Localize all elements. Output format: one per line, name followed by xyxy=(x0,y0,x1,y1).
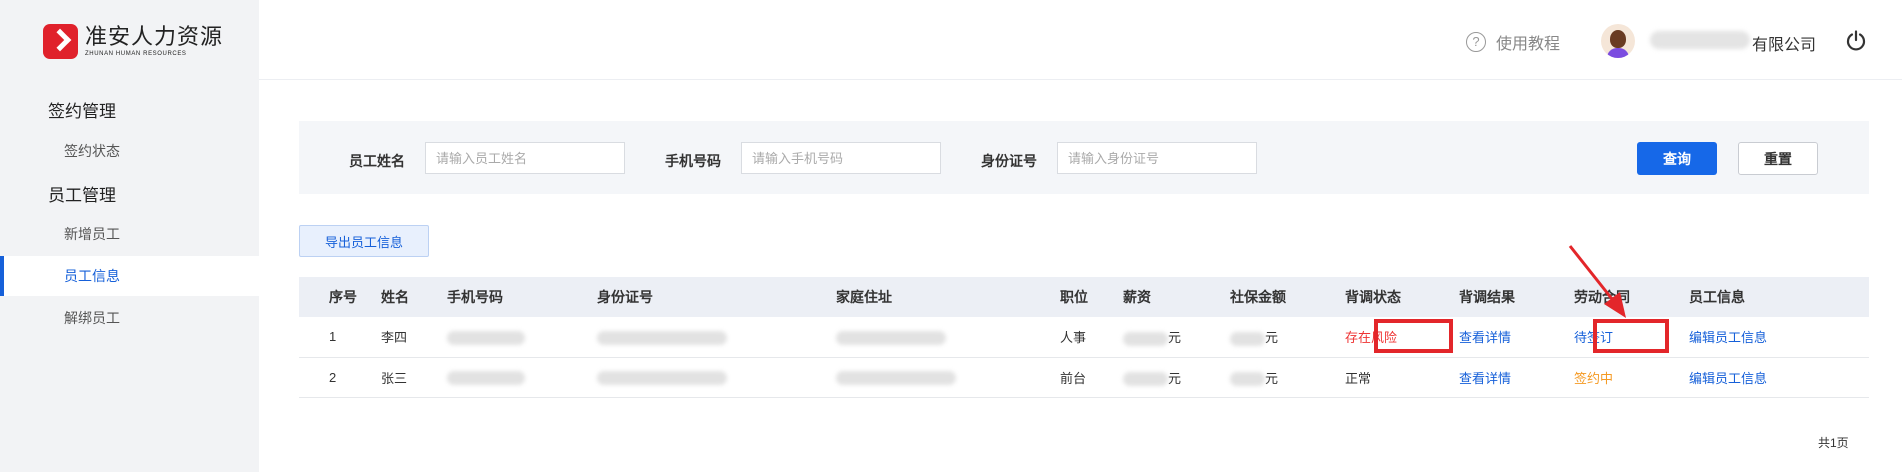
edit-employee-link[interactable]: 编辑员工信息 xyxy=(1689,317,1869,357)
row-index: 2 xyxy=(329,369,337,385)
row-insurance: 元 xyxy=(1230,317,1345,357)
salary-unit: 元 xyxy=(1168,370,1182,386)
insurance-unit: 元 xyxy=(1265,330,1279,346)
col-address: 家庭住址 xyxy=(836,289,892,305)
logo-text-cn: 准安人力资源 xyxy=(85,24,224,49)
sidebar: 准安人力资源 ZHUNAN HUMAN RESOURCES 签约管理 签约状态 … xyxy=(0,0,259,472)
name-label: 员工姓名 xyxy=(349,153,405,169)
logo-icon xyxy=(43,24,78,59)
salary-unit: 元 xyxy=(1168,330,1182,346)
help-tutorial-link[interactable]: ? 使用教程 xyxy=(1466,30,1560,54)
nav-group-signing: 签约管理 xyxy=(48,102,116,121)
question-icon: ? xyxy=(1466,32,1486,52)
sidebar-item-add-employee[interactable]: 新增员工 xyxy=(0,214,259,254)
table-row: 2 张三 前台 元 元 正常 查看详情 签约中 编辑员工信息 xyxy=(299,357,1869,397)
col-id: 身份证号 xyxy=(597,289,653,305)
view-details-link[interactable]: 查看详情 xyxy=(1459,317,1574,357)
power-icon[interactable] xyxy=(1845,30,1867,52)
id-label: 身份证号 xyxy=(981,153,1037,169)
search-panel: 员工姓名 手机号码 身份证号 查询 重置 xyxy=(299,121,1869,194)
row-id xyxy=(597,317,836,357)
sidebar-item-sign-status[interactable]: 签约状态 xyxy=(0,131,259,171)
logo[interactable]: 准安人力资源 ZHUNAN HUMAN RESOURCES xyxy=(43,24,223,59)
contract-signing-status: 签约中 xyxy=(1574,370,1614,386)
row-salary: 元 xyxy=(1123,357,1230,397)
row-position: 前台 xyxy=(1060,370,1087,386)
query-button[interactable]: 查询 xyxy=(1637,142,1717,175)
help-label: 使用教程 xyxy=(1496,36,1561,53)
row-phone xyxy=(447,317,597,357)
id-input[interactable] xyxy=(1057,142,1257,174)
sidebar-item-employee-info[interactable]: 员工信息 xyxy=(0,256,259,296)
row-salary: 元 xyxy=(1123,317,1230,357)
page-count: 共1页 xyxy=(1818,436,1849,450)
nav-group-employee: 员工管理 xyxy=(48,186,116,205)
row-name: 张三 xyxy=(381,370,408,386)
export-employee-button[interactable]: 导出员工信息 xyxy=(299,225,429,257)
view-details-link[interactable]: 查看详情 xyxy=(1459,357,1574,397)
phone-label: 手机号码 xyxy=(665,153,721,169)
company-name[interactable]: 有限公司 xyxy=(1752,31,1816,55)
edit-employee-link[interactable]: 编辑员工信息 xyxy=(1689,357,1869,397)
col-name: 姓名 xyxy=(381,289,409,305)
col-index: 序号 xyxy=(329,289,357,305)
col-position: 职位 xyxy=(1060,289,1088,305)
col-insurance: 社保金额 xyxy=(1230,289,1286,305)
row-address xyxy=(836,317,1060,357)
col-salary: 薪资 xyxy=(1123,289,1151,305)
col-employee-info: 员工信息 xyxy=(1689,289,1745,305)
row-id xyxy=(597,357,836,397)
insurance-unit: 元 xyxy=(1265,370,1279,386)
risk-highlight-box xyxy=(1374,319,1453,353)
name-input[interactable] xyxy=(425,142,625,174)
avatar[interactable] xyxy=(1601,24,1635,58)
row-position: 人事 xyxy=(1060,330,1087,346)
contract-highlight-box xyxy=(1593,319,1669,353)
logo-text-en: ZHUNAN HUMAN RESOURCES xyxy=(85,51,187,57)
row-insurance: 元 xyxy=(1230,357,1345,397)
row-name: 李四 xyxy=(381,330,408,346)
row-phone xyxy=(447,357,597,397)
row-address xyxy=(836,357,1060,397)
annotation-arrow-icon xyxy=(1568,245,1626,318)
col-phone: 手机号码 xyxy=(447,289,503,305)
row-index: 1 xyxy=(329,329,337,345)
sidebar-item-unbind-employee[interactable]: 解绑员工 xyxy=(0,298,259,338)
company-name-redacted xyxy=(1650,31,1750,49)
col-bg-result: 背调结果 xyxy=(1459,289,1515,305)
bg-status-normal: 正常 xyxy=(1345,370,1372,386)
reset-button[interactable]: 重置 xyxy=(1738,142,1818,175)
col-bg-status: 背调状态 xyxy=(1345,289,1401,305)
phone-input[interactable] xyxy=(741,142,941,174)
